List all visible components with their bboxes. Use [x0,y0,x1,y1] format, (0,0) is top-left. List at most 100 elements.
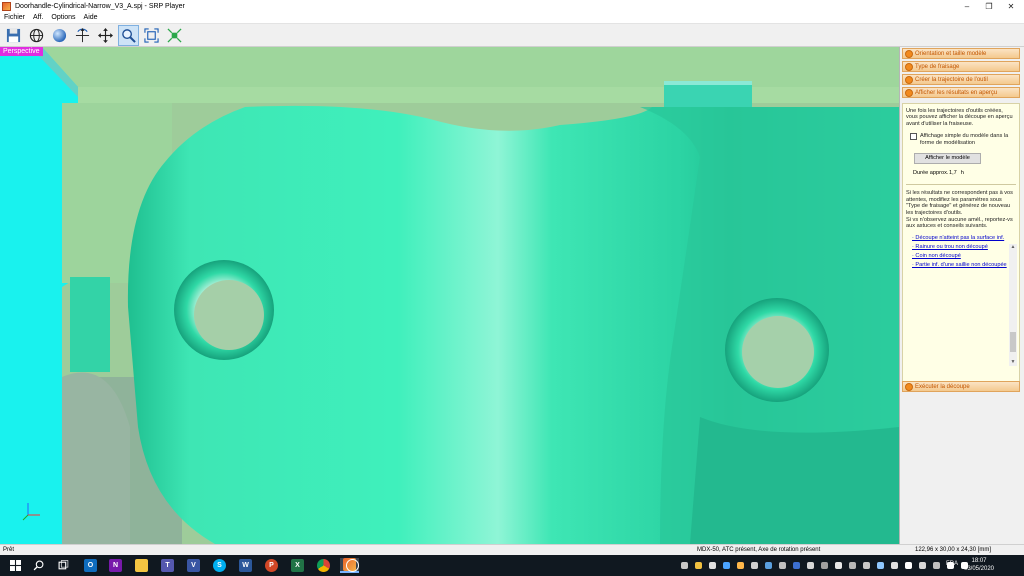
simple-display-option[interactable]: Affichage simple du modèle dans la forme… [906,133,1016,146]
duration-row: Durée approx. 1,7 h [913,170,1016,176]
save-button[interactable] [3,25,24,46]
taskbar-clock[interactable]: 18:07 03/05/2020 [957,557,1001,573]
step-bullet-icon [905,382,913,391]
window-title: Doorhandle-Cylindrical-Narrow_V3_A.spj -… [15,2,185,10]
menu-aide[interactable]: Aide [84,14,98,21]
srp-player-icon [2,1,11,11]
teams-taskbar-button[interactable]: T [160,558,175,573]
tray-app-icon[interactable] [723,562,730,569]
outlook-taskbar-button[interactable]: O [83,558,98,573]
preview-content: Une fois les trajectoires d'outils créée… [902,103,1020,383]
maximize-button[interactable]: ❐ [978,0,1000,12]
rotate-view-button[interactable] [72,25,93,46]
chrome-taskbar-button[interactable] [316,558,331,573]
windows-start-button[interactable] [8,558,23,573]
zoom-view-button[interactable] [118,24,139,46]
fit-frame-button[interactable] [141,25,162,46]
skype-icon: S [213,559,226,572]
step-toolpath[interactable]: Créer la trajectoire de l'outil [902,74,1020,85]
tray-app-icon[interactable] [779,562,786,569]
step-milling-type[interactable]: Type de fraisage [902,61,1020,72]
task-panel: Orientation et taille modèle Type de fra… [899,47,1024,544]
panel-scrollbar[interactable]: ▲ ▼ [1009,244,1017,366]
drive-taskbar-button[interactable] [345,558,360,573]
word-taskbar-button[interactable]: W [238,558,253,573]
minimize-button[interactable]: – [956,0,978,12]
tip-link-groove[interactable]: · Rainure ou trou non découpé [912,244,1016,250]
tray-app-icon[interactable] [751,562,758,569]
skype-taskbar-button[interactable]: S [212,558,227,573]
teams-icon: T [161,559,174,572]
simple-display-checkbox[interactable] [910,133,917,141]
pan-view-button[interactable] [95,25,116,46]
sphere-icon [52,28,67,42]
tray-app-icon[interactable] [891,562,898,569]
excel-taskbar-button[interactable]: X [290,558,305,573]
pan-arrows-icon [98,27,113,43]
scroll-thumb[interactable] [1010,332,1016,352]
toolbar [0,23,1024,47]
tray-folder-icon[interactable] [695,562,702,569]
drive-icon [346,559,359,572]
tray-app-icon[interactable] [849,562,856,569]
status-dimensions: 122,96 x 30,00 x 24,30 [mm] [915,547,992,553]
step-label: Afficher les résultats en aperçu [915,89,998,96]
search-icon [33,560,44,571]
onenote-taskbar-button[interactable]: N [108,558,123,573]
status-machine: MDX-50, ATC présent, Axe de rotation pré… [697,547,821,553]
word-icon: W [239,559,252,572]
tray-app-icon[interactable] [835,562,842,569]
tray-app-icon[interactable] [709,562,716,569]
task-view-button[interactable] [56,558,71,573]
clock-date: 03/05/2020 [963,566,995,572]
scroll-down-icon[interactable]: ▼ [1009,359,1017,366]
menu-options[interactable]: Options [51,14,75,21]
tip-link-surface[interactable]: · Découpe n'atteint pas la surface inf. [912,235,1016,241]
duration-value: 1,7 [949,170,957,177]
fit-all-button[interactable] [164,25,185,46]
search-button[interactable] [31,558,46,573]
tray-app-icon[interactable] [737,562,744,569]
duration-label: Durée approx. [913,170,949,177]
menu-bar: Fichier Aff. Options Aide [0,12,1024,22]
scroll-up-icon[interactable]: ▲ [1009,244,1017,251]
visio-taskbar-button[interactable]: V [186,558,201,573]
powerpoint-taskbar-button[interactable]: P [264,558,279,573]
step-execute-cut[interactable]: Exécuter la découpe [902,381,1020,392]
tray-app-icon[interactable] [933,562,940,569]
menu-aff[interactable]: Aff. [33,14,43,21]
tip-link-protrusion[interactable]: · Partie inf. d'une saillie non découpée [912,262,1016,268]
step-bullet-icon [905,75,913,84]
view-globe-button[interactable] [26,25,47,46]
explorer-taskbar-button[interactable] [134,558,149,573]
show-model-button[interactable]: Afficher le modèle [914,153,981,165]
save-icon [6,28,21,42]
tip-link-corner[interactable]: · Coin non découpé [912,253,1016,259]
step-orientation[interactable]: Orientation et taille modèle [902,48,1020,59]
divider [906,184,1016,186]
duration-unit: h [960,170,964,177]
tray-people-icon[interactable] [681,562,688,569]
tray-app-icon[interactable] [821,562,828,569]
step-preview[interactable]: Afficher les résultats en aperçu [902,87,1020,98]
model-render [0,47,899,544]
file-explorer-icon [135,559,148,572]
3d-viewport[interactable]: Perspective [0,47,899,544]
zoom-icon [122,28,136,43]
step-label: Créer la trajectoire de l'outil [915,76,988,83]
menu-fichier[interactable]: Fichier [4,14,25,21]
tray-app-icon[interactable] [765,562,772,569]
step-bullet-icon [905,62,913,71]
bluetooth-icon[interactable] [793,562,800,569]
close-button[interactable]: ✕ [1000,0,1022,12]
shading-sphere-button[interactable] [49,25,70,46]
windows-start-icon [10,560,21,571]
tray-app-icon[interactable] [863,562,870,569]
windows-taskbar: O N T V S W P X FRA 18:07 03/05/2020 [0,555,1024,576]
tray-app-icon[interactable] [919,562,926,569]
tray-app-icon[interactable] [807,562,814,569]
title-bar[interactable]: Doorhandle-Cylindrical-Narrow_V3_A.spj -… [0,0,1024,12]
outlook-icon: O [84,559,97,572]
tray-app-icon[interactable] [877,562,884,569]
tray-app-icon[interactable] [905,562,912,569]
